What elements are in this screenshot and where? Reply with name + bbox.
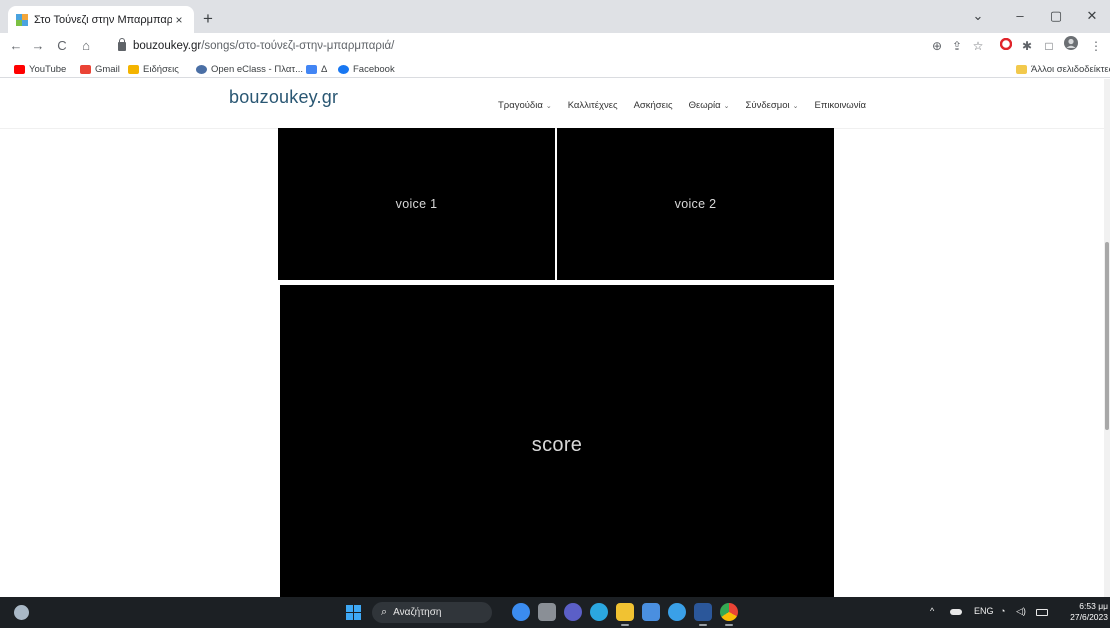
bookmark-youtube[interactable]: YouTube bbox=[14, 62, 66, 76]
voice-1-label: voice 1 bbox=[395, 197, 438, 211]
scrollbar-thumb[interactable] bbox=[1105, 242, 1109, 430]
news-icon bbox=[128, 64, 139, 74]
new-tab-button[interactable]: + bbox=[203, 9, 213, 29]
nav-item-contact[interactable]: Επικοινωνία bbox=[815, 100, 867, 111]
browser-toolbar: ← → C ⌂ bouzoukey.gr/songs/στο-τούνεζι-σ… bbox=[0, 33, 1110, 59]
extensions-icon[interactable]: ✱ bbox=[1018, 36, 1036, 56]
site-logo[interactable]: bouzoukey.gr bbox=[229, 87, 338, 108]
language-indicator[interactable]: ENG bbox=[974, 606, 994, 616]
profile-avatar[interactable] bbox=[1062, 36, 1080, 56]
minimize-button[interactable]: – bbox=[1008, 4, 1032, 28]
battery-icon[interactable] bbox=[1036, 609, 1048, 616]
gmail-icon bbox=[80, 64, 91, 74]
address-bar[interactable]: bouzoukey.gr/songs/στο-τούνεζι-στην-μπαρ… bbox=[110, 35, 950, 57]
youtube-icon bbox=[14, 64, 25, 74]
url-path: /songs/στο-τούνεζι-στην-μπαρμπαριά/ bbox=[201, 40, 395, 52]
start-button[interactable] bbox=[346, 605, 361, 620]
volume-icon[interactable]: ◁) bbox=[1016, 606, 1026, 617]
clock-date: 27/6/2023 bbox=[1070, 612, 1108, 622]
browser-tab-active[interactable]: Στο Τούνεζι στην Μπαρμπαριά × bbox=[8, 6, 194, 33]
weather-icon[interactable] bbox=[14, 605, 29, 620]
site-favicon-icon bbox=[16, 13, 28, 26]
main-nav: Τραγούδια ⌄ Καλλιτέχνες Ασκήσεις Θεωρία ⌄ … bbox=[498, 100, 882, 111]
system-clock[interactable]: 6:53 μμ 27/6/2023 bbox=[1060, 601, 1108, 623]
tab-close-icon[interactable]: × bbox=[172, 13, 186, 27]
eclass-icon bbox=[196, 64, 207, 74]
tray-chevron-icon[interactable]: ^ bbox=[930, 606, 934, 616]
onedrive-icon[interactable] bbox=[950, 609, 962, 615]
store-icon[interactable] bbox=[642, 603, 660, 621]
opera-extension-icon[interactable] bbox=[997, 36, 1015, 56]
tab-search-icon[interactable]: ⌄ bbox=[966, 4, 990, 28]
score-panel[interactable]: score bbox=[280, 285, 834, 597]
chevron-down-icon: ⌄ bbox=[792, 103, 799, 110]
voice-2-panel[interactable]: voice 2 bbox=[557, 128, 834, 280]
bookmark-eclass[interactable]: Open eClass - Πλατ... bbox=[196, 62, 303, 76]
taskbar-search[interactable]: ⌕ Αναζήτηση bbox=[372, 602, 492, 623]
teams-chat-icon[interactable] bbox=[564, 603, 582, 621]
photoshop-express-icon[interactable] bbox=[668, 603, 686, 621]
folder-icon bbox=[1016, 64, 1027, 74]
bookmark-gmail[interactable]: Gmail bbox=[80, 62, 120, 76]
lock-icon bbox=[118, 37, 126, 51]
search-icon: ⌕ bbox=[381, 606, 388, 618]
voice-1-panel[interactable]: voice 1 bbox=[278, 128, 555, 280]
nav-item-songs[interactable]: Τραγούδια ⌄ bbox=[498, 100, 552, 111]
docs-icon bbox=[306, 64, 317, 74]
tab-strip: Στο Τούνεζι στην Μπαρμπαριά × + ⌄ – ▢ ✕ bbox=[0, 0, 1110, 33]
task-view-icon[interactable] bbox=[538, 603, 556, 621]
nav-item-links[interactable]: Σύνδεσμοι ⌄ bbox=[746, 100, 799, 111]
nav-item-artists[interactable]: Καλλιτέχνες bbox=[568, 100, 618, 111]
bookmark-facebook[interactable]: Facebook bbox=[338, 62, 395, 76]
site-header: bouzoukey.gr Τραγούδια ⌄ Καλλιτέχνες Ασκή… bbox=[0, 79, 1104, 129]
maximize-button[interactable]: ▢ bbox=[1044, 4, 1068, 28]
facebook-icon bbox=[338, 64, 349, 74]
web-page: bouzoukey.gr Τραγούδια ⌄ Καλλιτέχνες Ασκή… bbox=[0, 79, 1104, 597]
back-button[interactable]: ← bbox=[6, 36, 26, 56]
score-label: score bbox=[531, 433, 583, 456]
taskbar-search-placeholder: Αναζήτηση bbox=[393, 607, 442, 618]
browser-menu-icon[interactable]: ⋮ bbox=[1087, 36, 1105, 56]
reload-button[interactable]: C bbox=[52, 36, 72, 56]
bookmark-news[interactable]: Ειδήσεις bbox=[128, 62, 179, 76]
page-scrollbar[interactable] bbox=[1104, 79, 1110, 597]
chevron-down-icon: ⌄ bbox=[723, 103, 730, 110]
other-bookmarks[interactable]: Άλλοι σελιδοδείκτες bbox=[1016, 62, 1110, 76]
share-icon[interactable]: ⇪ bbox=[948, 36, 966, 56]
forward-button[interactable]: → bbox=[28, 36, 48, 56]
clock-time: 6:53 μμ bbox=[1079, 601, 1108, 611]
wifi-icon[interactable]: ◔ bbox=[1000, 606, 1005, 616]
windows-taskbar: ⌕ Αναζήτηση ^ ENG ◔ ◁) 6:53 μμ 27/6/2023 bbox=[0, 597, 1110, 628]
bookmark-star-icon[interactable]: ☆ bbox=[969, 36, 987, 56]
word-icon[interactable] bbox=[694, 603, 712, 626]
home-button[interactable]: ⌂ bbox=[76, 36, 96, 56]
copilot-icon[interactable] bbox=[512, 603, 530, 621]
voice-2-label: voice 2 bbox=[674, 197, 717, 211]
zoom-icon[interactable]: ⊕ bbox=[928, 36, 946, 56]
bookmarks-bar: YouTube Gmail Ειδήσεις Open eClass - Πλα… bbox=[0, 59, 1110, 78]
nav-item-theory[interactable]: Θεωρία ⌄ bbox=[689, 100, 730, 111]
nav-item-exercises[interactable]: Ασκήσεις bbox=[634, 100, 673, 111]
chrome-icon[interactable] bbox=[720, 603, 738, 626]
edge-icon[interactable] bbox=[590, 603, 608, 621]
bookmark-docs[interactable]: Δ bbox=[306, 62, 327, 76]
tab-title: Στο Τούνεζι στην Μπαρμπαριά bbox=[34, 13, 172, 26]
close-window-button[interactable]: ✕ bbox=[1080, 4, 1104, 28]
chevron-down-icon: ⌄ bbox=[545, 103, 552, 110]
side-panel-icon[interactable]: □ bbox=[1040, 36, 1058, 56]
file-explorer-icon[interactable] bbox=[616, 603, 634, 626]
url-host: bouzoukey.gr bbox=[133, 40, 202, 52]
